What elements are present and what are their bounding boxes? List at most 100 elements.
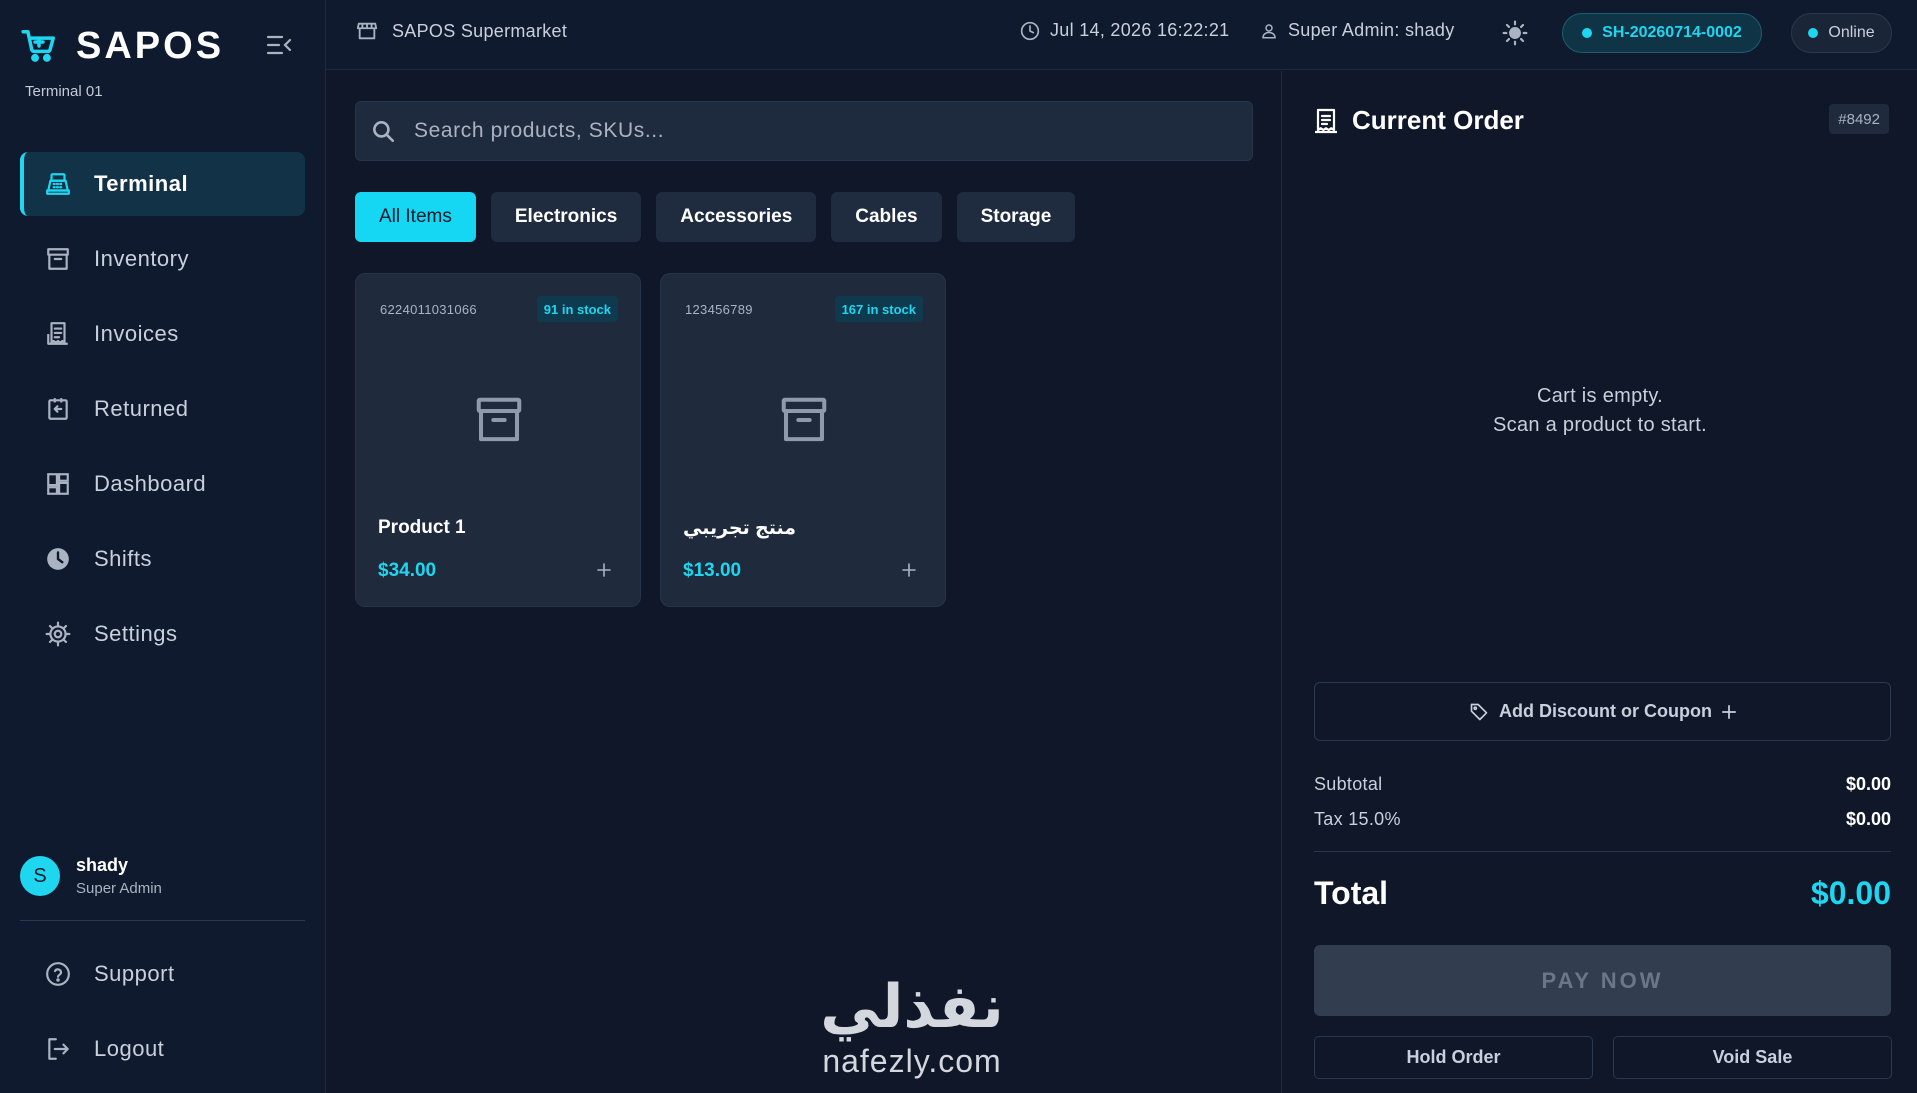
plus-icon[interactable] [901, 562, 917, 578]
category-tabs: All Items Electronics Accessories Cables… [355, 192, 1090, 242]
product-name: منتج تجريبي [683, 518, 797, 539]
user-icon [1262, 23, 1276, 38]
hold-order-button[interactable]: Hold Order [1314, 1036, 1593, 1079]
plus-icon[interactable] [596, 562, 612, 578]
datetime: Jul 14, 2026 16:22:21 [1020, 20, 1229, 41]
subtotal-label: Subtotal [1314, 774, 1383, 794]
category-electronics[interactable]: Electronics [490, 192, 642, 242]
total-row: Total $0.00 [1314, 875, 1891, 912]
subtotal-value: $0.00 [1845, 774, 1891, 794]
datetime-text: Jul 14, 2026 16:22:21 [1050, 20, 1230, 40]
product-name: Product 1 [378, 517, 466, 538]
order-title: Current Order [1352, 105, 1524, 135]
tax-value: $0.00 [1845, 809, 1891, 829]
shift-status-dot [1582, 28, 1593, 38]
totals-divider [1314, 851, 1891, 852]
products-panel: All Items Electronics Accessories Cables… [326, 71, 1281, 1093]
order-panel: Current Order #8492 Cart is empty. Scan … [1281, 71, 1917, 1093]
sidebar-item-label: Returned [94, 396, 189, 421]
order-header: Current Order [1314, 105, 1524, 136]
product-price: $34.00 [378, 560, 437, 581]
sidebar-item-dashboard[interactable]: Dashboard [20, 452, 305, 516]
admin-text: Super Admin: shady [1288, 20, 1455, 40]
product-sku: 123456789 [685, 302, 753, 317]
stock-badge: 91 in stock [536, 296, 618, 322]
add-discount-button[interactable]: Add Discount or Coupon [1314, 682, 1891, 741]
store-info: SAPOS Supermarket [356, 20, 567, 42]
sidebar-item-label: Invoices [94, 321, 179, 346]
dashboard-icon [44, 470, 72, 498]
watermark: نفذلي nafezly.com [787, 971, 1037, 1079]
sidebar-item-terminal[interactable]: Terminal [20, 152, 305, 216]
brand: SAPOS [20, 26, 224, 66]
product-sku: 6224011031066 [380, 302, 477, 317]
user-info: shady Super Admin [76, 855, 162, 897]
archive-icon [44, 245, 72, 273]
sidebar-item-shifts[interactable]: Shifts [20, 527, 305, 591]
cart-empty-line1: Cart is empty. [1536, 385, 1664, 407]
tax-label: Tax 15.0% [1314, 809, 1401, 829]
user-role: Super Admin [76, 880, 162, 897]
pay-now-button[interactable]: PAY NOW [1314, 945, 1891, 1016]
sidebar-item-label: Dashboard [94, 471, 207, 496]
app-root: SAPOS Terminal 01 Terminal Inventory Inv… [0, 0, 1917, 1093]
sun-icon[interactable] [1502, 20, 1528, 46]
product-card[interactable]: 6224011031066 91 in stock Product 1 $34.… [355, 273, 641, 607]
sidebar-item-settings[interactable]: Settings [20, 602, 305, 666]
logout-icon [44, 1035, 72, 1063]
shift-badge[interactable]: SH-20260714-0002 [1562, 13, 1762, 53]
sidebar: SAPOS Terminal 01 Terminal Inventory Inv… [0, 0, 326, 1093]
admin-info: Super Admin: shady [1260, 20, 1455, 41]
sidebar-item-label: Shifts [94, 546, 153, 571]
category-cables[interactable]: Cables [831, 192, 942, 242]
order-number: #8492 [1829, 104, 1889, 134]
sidebar-item-logout[interactable]: Logout [20, 1017, 305, 1081]
main-area: SAPOS Supermarket Jul 14, 2026 16:22:21 … [326, 0, 1917, 1093]
sidebar-nav: Terminal Inventory Invoices Returned Das… [20, 152, 305, 677]
sidebar-item-label: Logout [94, 1036, 165, 1061]
avatar: S [20, 856, 60, 896]
search-input[interactable] [414, 119, 1252, 143]
receipt-icon [1315, 108, 1337, 133]
receipt-icon [44, 320, 72, 348]
sidebar-item-returned[interactable]: Returned [20, 377, 305, 441]
sidebar-item-invoices[interactable]: Invoices [20, 302, 305, 366]
gear-icon [44, 620, 72, 648]
store-name: SAPOS Supermarket [392, 20, 568, 41]
void-sale-button[interactable]: Void Sale [1613, 1036, 1892, 1079]
product-card[interactable]: 123456789 167 in stock منتج تجريبي $13.0… [660, 273, 946, 607]
search-icon [373, 121, 395, 143]
online-dot [1808, 28, 1819, 38]
store-icon [356, 22, 378, 40]
shift-id: SH-20260714-0002 [1602, 24, 1742, 41]
category-accessories[interactable]: Accessories [656, 192, 817, 242]
sidebar-item-inventory[interactable]: Inventory [20, 227, 305, 291]
plus-icon [1721, 704, 1736, 719]
sidebar-item-label: Terminal [94, 171, 189, 196]
total-value: $0.00 [1810, 875, 1891, 911]
sidebar-item-label: Settings [94, 621, 178, 646]
sidebar-item-support[interactable]: Support [20, 942, 305, 1006]
sidebar-item-label: Inventory [94, 246, 189, 271]
user-profile[interactable]: S shady Super Admin [20, 855, 162, 897]
online-status-text: Online [1828, 24, 1875, 41]
terminal-label: Terminal 01 [25, 83, 103, 100]
category-all-items[interactable]: All Items [355, 192, 476, 242]
register-icon [44, 170, 72, 198]
cart-empty-line2: Scan a product to start. [1493, 414, 1707, 436]
stock-badge: 167 in stock [834, 296, 923, 322]
help-icon [44, 960, 72, 988]
search-bar [355, 101, 1253, 161]
online-status-badge: Online [1791, 13, 1892, 53]
tag-icon [1470, 703, 1488, 720]
sidebar-divider [20, 920, 305, 921]
clock-icon [1020, 21, 1040, 40]
cart-logo-icon [21, 30, 55, 62]
category-storage[interactable]: Storage [956, 192, 1076, 242]
sidebar-bottom-nav: Support Logout [20, 942, 305, 1092]
collapse-sidebar-icon[interactable] [266, 34, 292, 56]
top-bar: SAPOS Supermarket Jul 14, 2026 16:22:21 … [326, 0, 1917, 70]
return-icon [44, 395, 72, 423]
clock-icon [44, 545, 72, 573]
user-name: shady [76, 855, 129, 875]
